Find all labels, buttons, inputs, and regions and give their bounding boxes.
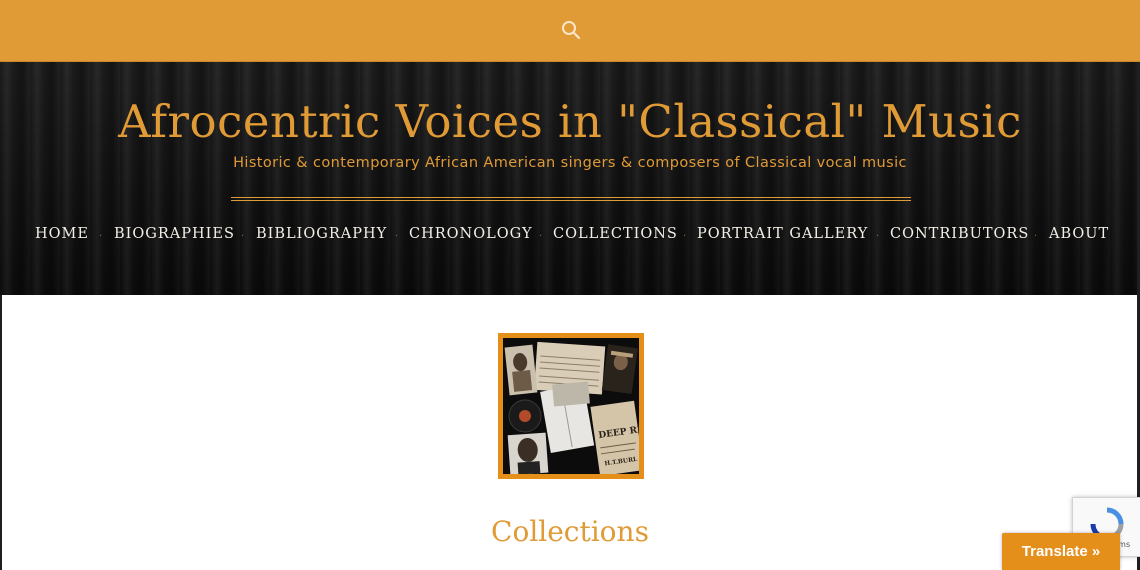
nav-item-portrait-gallery[interactable]: PORTRAIT GALLERY — [697, 226, 868, 242]
collage-artwork: DEEP RI H.T.BURL — [503, 338, 639, 474]
nav-separator: · — [876, 231, 880, 242]
divider — [231, 197, 911, 201]
nav-item-home[interactable]: HOME — [35, 226, 89, 242]
nav-separator: · — [1034, 231, 1038, 242]
top-bar — [0, 0, 1140, 62]
nav-separator: · — [241, 231, 245, 242]
nav-item-biographies[interactable]: BIOGRAPHIES — [114, 226, 235, 242]
search-icon[interactable] — [560, 19, 582, 41]
nav-separator: · — [99, 231, 103, 242]
page-title: Collections — [491, 515, 649, 548]
site-header: Afrocentric Voices in "Classical" Music … — [0, 62, 1140, 295]
site-tagline: Historic & contemporary African American… — [233, 155, 907, 171]
nav-item-chronology[interactable]: CHRONOLOGY — [409, 226, 533, 242]
nav-item-about[interactable]: ABOUT — [1049, 226, 1109, 242]
nav-item-bibliography[interactable]: BIBLIOGRAPHY — [256, 226, 387, 242]
site-title[interactable]: Afrocentric Voices in "Classical" Music — [0, 92, 1140, 152]
nav-item-contributors[interactable]: CONTRIBUTORS — [890, 226, 1029, 242]
nav-separator: · — [539, 231, 543, 242]
main-nav: HOME · BIOGRAPHIES · BIBLIOGRAPHY · CHRO… — [0, 226, 1140, 246]
collections-image[interactable]: DEEP RI H.T.BURL — [498, 333, 644, 479]
translate-button[interactable]: Translate » — [1002, 533, 1120, 570]
nav-separator: · — [683, 231, 687, 242]
nav-separator: · — [395, 231, 399, 242]
nav-item-collections[interactable]: COLLECTIONS — [553, 226, 678, 242]
